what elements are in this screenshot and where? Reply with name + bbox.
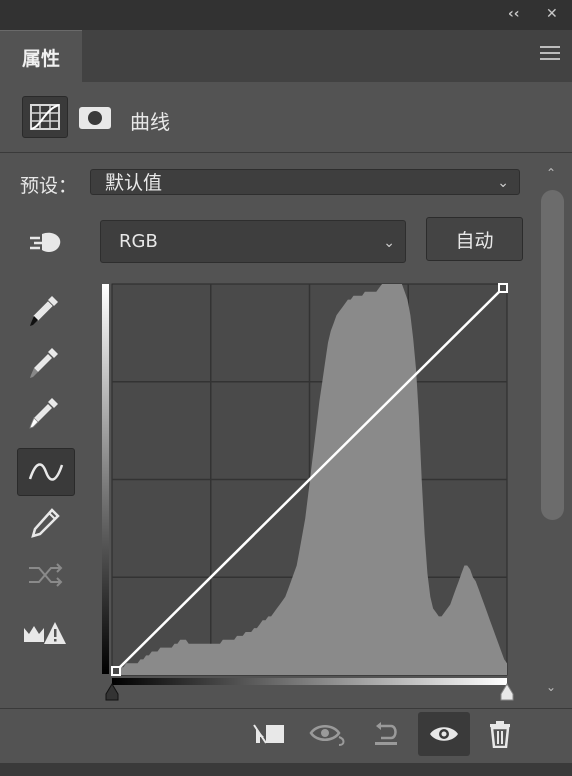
view-previous-state-button[interactable] <box>309 714 349 754</box>
panel-menu-icon[interactable] <box>540 46 560 64</box>
pencil-tool[interactable] <box>17 500 73 546</box>
chevron-down-icon: ⌄ <box>383 235 395 251</box>
tab-row: 属性 <box>0 30 572 83</box>
white-point-eyedropper-icon <box>29 398 58 429</box>
curves-graph[interactable] <box>100 280 520 710</box>
delete-button[interactable] <box>480 714 520 754</box>
scrollbar-thumb[interactable] <box>541 190 564 520</box>
visibility-toggle-button[interactable] <box>418 712 470 756</box>
gray-point-eyedropper[interactable] <box>17 340 73 386</box>
scroll-up-icon[interactable]: ⌃ <box>546 166 556 180</box>
chevron-down-icon: ⌄ <box>497 175 509 191</box>
input-gradient-bar <box>112 678 507 685</box>
channel-value: RGB <box>119 231 158 252</box>
output-gradient-bar <box>102 284 109 674</box>
on-image-adjust-tool[interactable] <box>17 220 73 266</box>
view-previous-state-icon <box>309 725 345 746</box>
adjustment-title: 曲线 <box>130 110 170 134</box>
white-point-eyedropper[interactable] <box>17 390 73 436</box>
black-input-slider[interactable] <box>105 683 119 701</box>
close-icon[interactable]: ✕ <box>546 6 558 22</box>
white-input-slider[interactable] <box>500 683 514 701</box>
layer-mask-icon[interactable] <box>78 106 112 130</box>
tab-properties[interactable]: 属性 <box>0 30 82 83</box>
reset-icon <box>375 722 397 745</box>
curve-edit-icon <box>28 463 64 481</box>
smooth-curve-tool[interactable] <box>17 552 73 598</box>
on-image-adjust-icon <box>30 232 61 252</box>
curve-point-white[interactable] <box>498 283 508 293</box>
clip-to-layer-icon <box>253 724 284 744</box>
reset-button[interactable] <box>366 714 406 754</box>
pencil-icon <box>31 508 60 538</box>
gray-point-eyedropper-icon <box>30 348 58 378</box>
auto-button[interactable]: 自动 <box>426 217 523 261</box>
visibility-eye-icon <box>430 727 458 741</box>
window-bar: ‹‹ ✕ <box>0 0 572 30</box>
preset-select[interactable]: 默认值 ⌄ <box>90 169 520 195</box>
black-point-eyedropper-icon <box>30 296 58 326</box>
trash-icon <box>490 721 510 748</box>
clipping-warning-icon <box>24 622 66 644</box>
scroll-down-icon[interactable]: ⌄ <box>546 680 556 694</box>
collapse-icon[interactable]: ‹‹ <box>508 6 520 22</box>
black-point-eyedropper[interactable] <box>17 288 73 334</box>
curves-adjustment-icon[interactable] <box>22 96 68 138</box>
channel-select[interactable]: RGB ⌄ <box>100 220 406 263</box>
preset-label: 预设： <box>20 175 78 197</box>
curve-edit-tool[interactable] <box>17 448 75 496</box>
curve-point-black[interactable] <box>111 666 121 676</box>
resize-grip[interactable] <box>0 763 572 776</box>
smooth-curve-icon <box>29 563 63 587</box>
preset-value: 默认值 <box>105 172 163 194</box>
clipping-warning-tool[interactable] <box>17 610 73 656</box>
clip-to-layer-button[interactable] <box>250 714 290 754</box>
